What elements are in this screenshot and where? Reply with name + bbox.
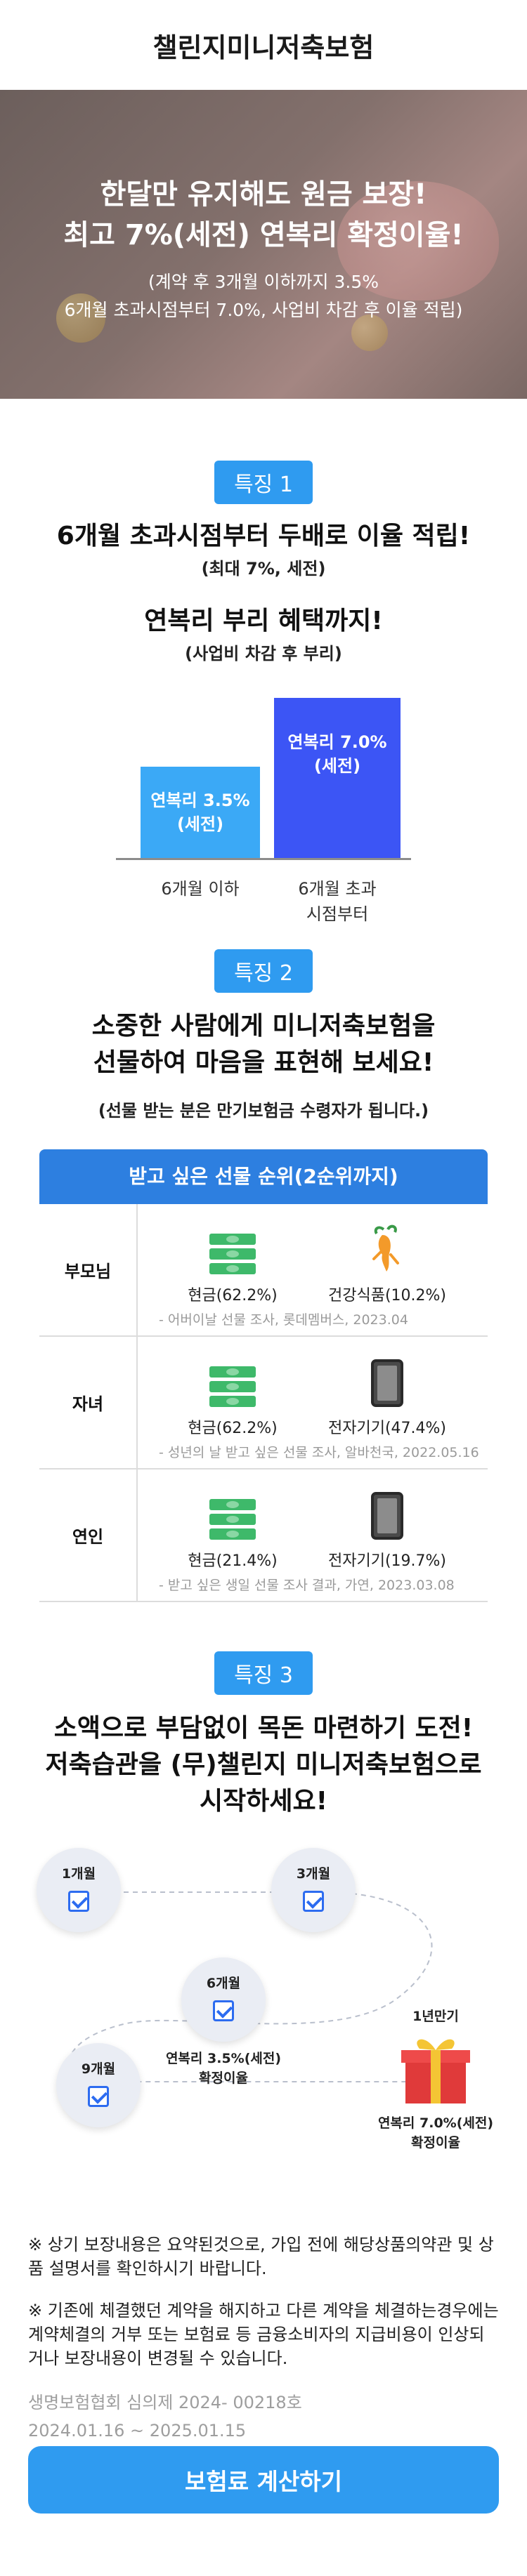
source-note: - 어버이날 선물 조사, 롯데멤버스, 2023.04 (159, 1312, 408, 1328)
table-row: 자녀 현금(62.2%) 전자기기(47.4%) - 성년의 날 받고 싶은 선… (39, 1337, 488, 1469)
rate-bar-chart: 연복리 3.5% (세전) 연복리 7.0% (세전) 6개월 이하 6개월 초… (116, 689, 411, 928)
timeline-node-1: 1개월 (37, 1848, 121, 1932)
disclaimer-note-1: ※ 상기 보장내용은 요약된것으로, 가입 전에 해당상품의약관 및 상품 설명… (28, 2235, 494, 2278)
gift-item: 건강식품(10.2%) (320, 1224, 454, 1305)
feature1-title: 6개월 초과시점부터 두배로 이율 적립! (56, 522, 471, 550)
gift-label: 건강식품(10.2%) (327, 1287, 446, 1304)
bar-high: 연복리 7.0% (세전) (274, 698, 401, 858)
x-axis (116, 858, 411, 860)
table-row: 부모님 현금(62.2%) 건강식품(10.2%) - 어버이날 선물 조사, … (39, 1204, 488, 1337)
feature3-title-1: 소액으로 부담없이 목돈 마련하기 도전! (53, 1714, 474, 1743)
feature1-note: (최대 7%, 세전) (201, 559, 326, 579)
feature1-badge: 특징 1 (214, 461, 313, 504)
calculate-premium-button[interactable]: 보험료 계산하기 (28, 2446, 499, 2514)
disclaimer-note-2: ※ 기존에 체결했던 계약을 해지하고 다른 계약을 체결하는경우에는 계약체결… (28, 2301, 499, 2368)
feature1-section: 특징 1 6개월 초과시점부터 두배로 이율 적립! (최대 7%, 세전) 연… (0, 461, 527, 664)
row-label: 연인 (39, 1469, 138, 1601)
timeline-node-3: 3개월 (271, 1848, 356, 1932)
x-tick-label-line: 6개월 초과 (298, 879, 377, 899)
hero-headline-1: 한달만 유지해도 원금 보장! (100, 178, 427, 211)
node-label: 1개월 (61, 1866, 96, 1882)
feature3-title-2: 저축습관을 (무)챌린지 미니저축보험으로 (45, 1750, 482, 1779)
maturity-caption-2: 확정이율 (411, 2135, 460, 2151)
node-label: 9개월 (81, 2061, 116, 2077)
bar-low-label-2: (세전) (176, 814, 224, 834)
feature3-title-3: 시작하세요! (199, 1787, 328, 1816)
source-note: - 성년의 날 받고 싶은 선물 조사, 알바천국, 2022.05.16 (159, 1445, 479, 1460)
feature2-section: 특징 2 소중한 사람에게 미니저축보험을 선물하여 마음을 표현해 보세요! … (0, 949, 527, 1121)
check-icon (88, 2086, 109, 2107)
x-tick-label: 6개월 이하 (141, 876, 260, 901)
hero-banner: 한달만 유지해도 원금 보장! 최고 7%(세전) 연복리 확정이율! (계약 … (0, 90, 527, 399)
x-tick-label-line: 시점부터 (306, 904, 369, 924)
maturity-caption-1: 연복리 7.0%(세전) (377, 2115, 494, 2131)
gift-label: 현금(62.2%) (188, 1287, 278, 1304)
hero-headline-2: 최고 7%(세전) 연복리 확정이율! (63, 219, 464, 251)
review-period: 2024.01.16 ~ 2025.01.15 (28, 2421, 247, 2440)
gift-label: 현금(21.4%) (188, 1552, 278, 1570)
feature2-title-2: 선물하여 마음을 표현해 보세요! (93, 1048, 434, 1077)
bar-low-label-1: 연복리 3.5% (150, 791, 250, 810)
hero-sub-2: 6개월 초과시점부터 7.0%, 사업비 차감 후 이율 적립) (64, 300, 463, 320)
feature1-title2: 연복리 부리 혜택까지! (144, 607, 383, 635)
hero-sub: (계약 후 3개월 이하까지 3.5% 6개월 초과시점부터 7.0%, 사업비… (0, 268, 527, 324)
maturity-caption: 연복리 7.0%(세전) 확정이율 (372, 2113, 499, 2153)
bar-high-label-2: (세전) (313, 756, 361, 776)
gift-label: 현금(62.2%) (188, 1420, 278, 1437)
hero-sub-1: (계약 후 3개월 이하까지 3.5% (148, 272, 379, 292)
node-6-caption-2: 확정이율 (199, 2070, 248, 2086)
gift-item: 현금(21.4%) (166, 1489, 299, 1571)
x-tick-label-line: 6개월 이하 (161, 879, 240, 899)
tablet-icon (371, 1492, 403, 1540)
review-info: 생명보험협회 심의제 2024- 00218호 2024.01.16 ~ 202… (0, 2389, 527, 2445)
bar-low: 연복리 3.5% (세전) (141, 767, 260, 858)
money-icon (209, 1499, 256, 1540)
gift-ranking-table: 받고 싶은 선물 순위(2순위까지) 부모님 현금(62.2%) 건강식품(10… (39, 1149, 488, 1602)
table-row: 연인 현금(21.4%) 전자기기(19.7%) - 받고 싶은 생일 선물 조… (39, 1469, 488, 1602)
x-tick-label: 6개월 초과 시점부터 (274, 876, 401, 927)
check-icon (213, 2000, 234, 2021)
timeline-node-6: 6개월 (181, 1957, 266, 2042)
gift-label: 전자기기(47.4%) (327, 1420, 446, 1437)
node-6-caption-1: 연복리 3.5%(세전) (165, 2051, 282, 2066)
ginseng-icon (372, 1224, 399, 1272)
gift-label: 전자기기(19.7%) (327, 1552, 446, 1570)
gift-item: 전자기기(47.4%) (320, 1356, 454, 1438)
savings-timeline: 1개월 3개월 6개월 연복리 3.5%(세전) 확정이율 9개월 1년만기 연… (0, 1839, 527, 2233)
page: 챌린지미니저축보험 한달만 유지해도 원금 보장! 최고 7%(세전) 연복리 … (0, 0, 527, 2576)
bar-high-label-1: 연복리 7.0% (287, 732, 387, 752)
gift-item: 현금(62.2%) (166, 1224, 299, 1305)
feature2-title-1: 소중한 사람에게 미니저축보험을 (91, 1012, 436, 1041)
page-title: 챌린지미니저축보험 (152, 32, 375, 63)
node-label: 6개월 (206, 1976, 241, 1991)
check-icon (303, 1891, 324, 1912)
feature3-badge: 특징 3 (214, 1651, 313, 1695)
feature2-badge: 특징 2 (214, 949, 313, 993)
feature1-note2: (사업비 차감 후 부리) (185, 644, 342, 663)
source-note: - 받고 싶은 생일 선물 조사 결과, 가연, 2023.03.08 (159, 1578, 455, 1593)
money-icon (209, 1366, 256, 1407)
gift-box-icon (401, 2039, 470, 2103)
gift-table-header: 받고 싶은 선물 순위(2순위까지) (39, 1149, 488, 1204)
node-label: 3개월 (296, 1866, 331, 1882)
gift-item: 현금(62.2%) (166, 1356, 299, 1438)
review-number: 생명보험협회 심의제 2024- 00218호 (28, 2393, 302, 2412)
gift-item: 전자기기(19.7%) (320, 1489, 454, 1571)
row-label: 부모님 (39, 1204, 138, 1335)
feature3-section: 특징 3 소액으로 부담없이 목돈 마련하기 도전! 저축습관을 (무)챌린지 … (0, 1651, 527, 1820)
tablet-icon (371, 1359, 403, 1407)
check-icon (68, 1891, 89, 1912)
money-icon (209, 1234, 256, 1274)
feature2-note: (선물 받는 분은 만기보험금 수령자가 됩니다.) (98, 1101, 429, 1121)
row-label: 자녀 (39, 1337, 138, 1468)
disclaimer-notes: ※ 상기 보장내용은 요약된것으로, 가입 전에 해당상품의약관 및 상품 설명… (0, 2233, 527, 2370)
maturity-label: 1년만기 (412, 2009, 459, 2024)
timeline-node-9: 9개월 (56, 2043, 141, 2127)
node-6-caption: 연복리 3.5%(세전) 확정이율 (160, 2049, 287, 2088)
